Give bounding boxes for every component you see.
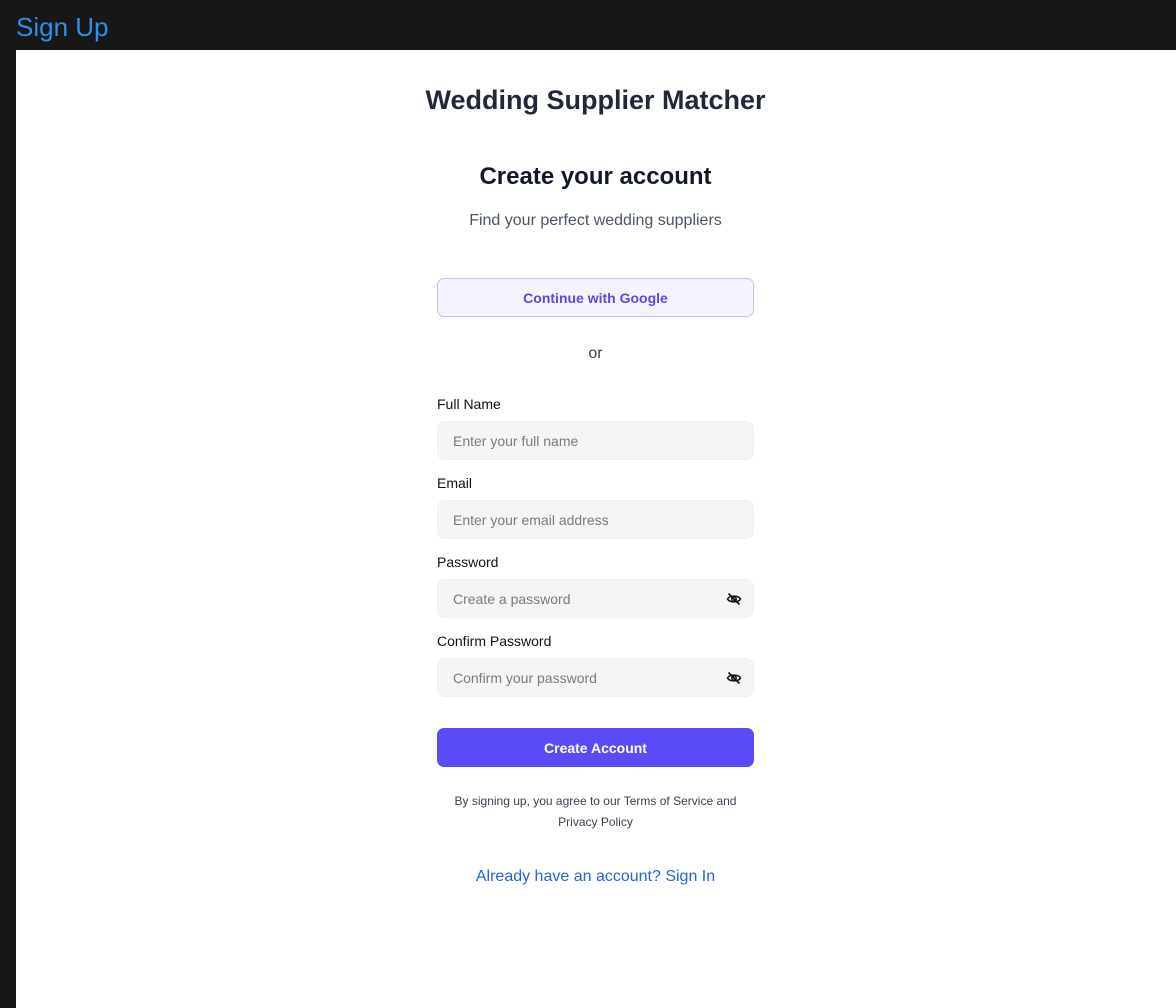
email-label: Email	[437, 475, 473, 491]
page-subheading: Find your perfect wedding suppliers	[469, 212, 722, 229]
continue-with-google-button[interactable]: Continue with Google	[437, 278, 754, 317]
topbar-title: Sign Up	[16, 12, 109, 42]
confirm-password-field-wrapper	[437, 658, 754, 697]
email-input[interactable]	[438, 501, 753, 538]
eye-off-icon[interactable]	[726, 591, 742, 607]
app-name: Wedding Supplier Matcher	[425, 85, 766, 115]
password-label: Password	[437, 554, 499, 570]
page-heading: Create your account	[479, 163, 712, 190]
password-input[interactable]	[438, 580, 753, 617]
sign-in-link[interactable]: Already have an account? Sign In	[397, 867, 794, 887]
terms-notice: By signing up, you agree to our Terms of…	[454, 794, 737, 829]
confirm-password-input[interactable]	[438, 659, 753, 696]
top-bar: Sign Up	[0, 0, 1176, 50]
full-name-input[interactable]	[438, 422, 753, 459]
create-account-button[interactable]: Create Account	[437, 728, 754, 767]
or-divider: or	[588, 345, 603, 362]
signup-page: Wedding Supplier Matcher Create your acc…	[16, 50, 1176, 1008]
full-name-field-wrapper	[437, 421, 754, 460]
eye-off-icon[interactable]	[726, 670, 742, 686]
confirm-password-label: Confirm Password	[437, 633, 552, 649]
full-name-label: Full Name	[437, 396, 501, 412]
password-field-wrapper	[437, 579, 754, 618]
email-field-wrapper	[437, 500, 754, 539]
